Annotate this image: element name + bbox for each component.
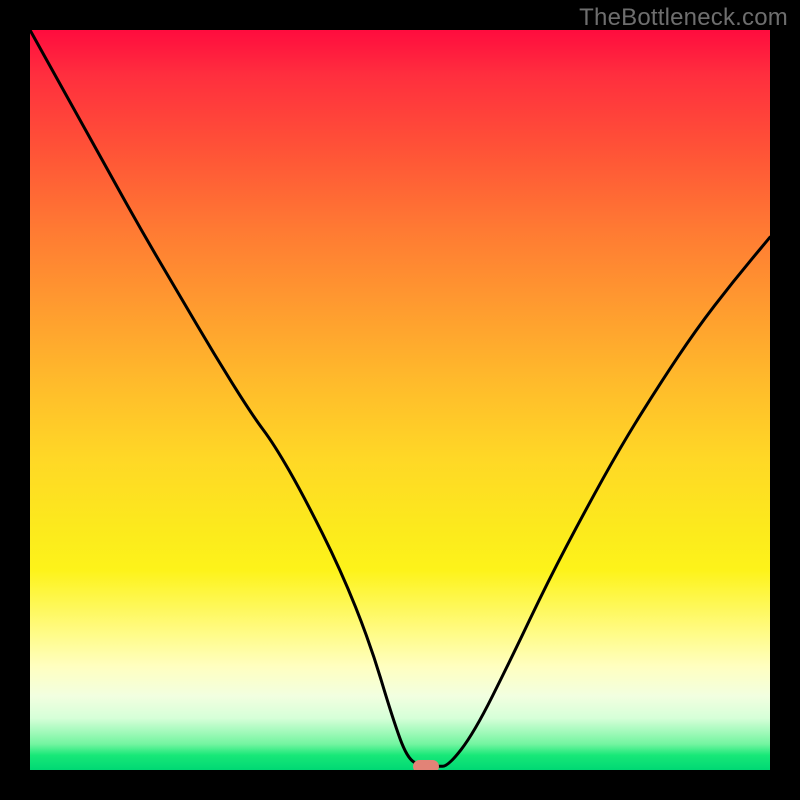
bottleneck-curve [30, 30, 770, 766]
chart-container: TheBottleneck.com [0, 0, 800, 800]
curve-svg [30, 30, 770, 770]
optimal-point-marker [413, 760, 439, 770]
plot-area [30, 30, 770, 770]
watermark-text: TheBottleneck.com [579, 4, 788, 32]
